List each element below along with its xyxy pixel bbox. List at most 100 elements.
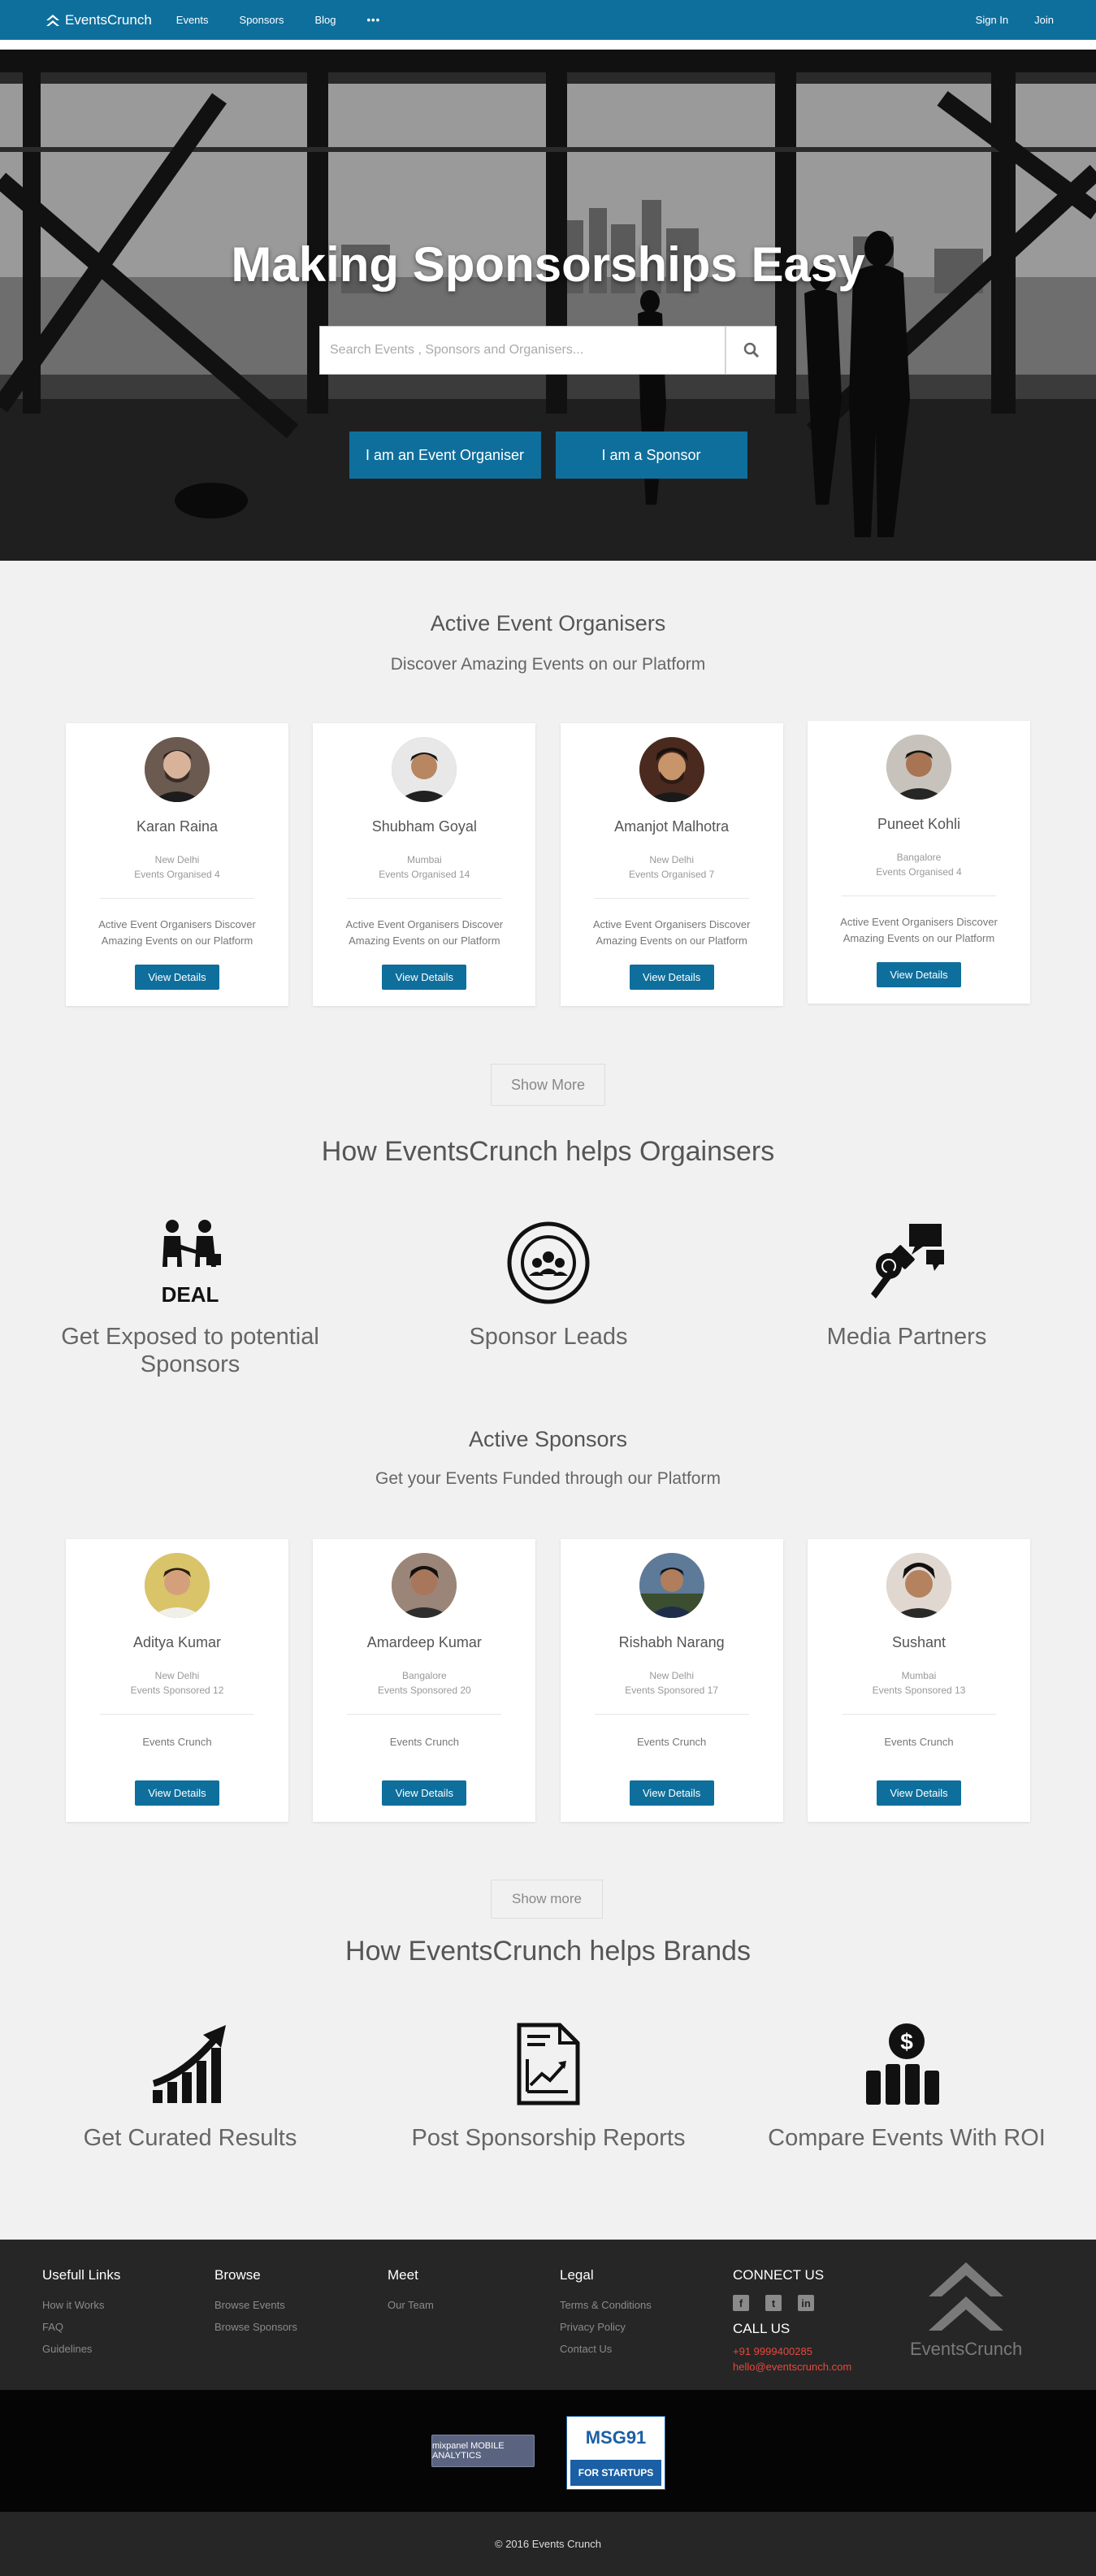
event-organiser-button[interactable]: I am an Event Organiser [349, 432, 541, 479]
footer-link-faq[interactable]: FAQ [42, 2321, 120, 2333]
nav-link-events[interactable]: Events [176, 14, 209, 26]
linkedin-icon[interactable]: in [798, 2295, 814, 2311]
nav-more-icon[interactable]: ••• [366, 14, 380, 26]
nav-link-blog[interactable]: Blog [314, 14, 336, 26]
card-divider [347, 1714, 502, 1715]
footer-heading: Browse [214, 2267, 261, 2283]
footer-heading: CALL US [733, 2321, 791, 2336]
organiser-card: Puneet Kohli Bangalore Events Organised … [807, 721, 1030, 1004]
nav-link-sponsors[interactable]: Sponsors [240, 14, 284, 26]
organiser-card: Shubham Goyal Mumbai Events Organised 14… [313, 723, 536, 1006]
sponsor-button[interactable]: I am a Sponsor [555, 432, 747, 479]
roi-dollar-icon: $ [866, 2023, 939, 2105]
organisers-subtitle: Discover Amazing Events on our Platform [390, 655, 706, 674]
handshake-deal-icon: DEAL [162, 1220, 221, 1307]
facebook-icon[interactable]: f [733, 2295, 749, 2311]
organiser-location: Mumbai [406, 854, 442, 865]
footer-meet: Meet Our Team [388, 2267, 434, 2321]
view-details-button[interactable]: View Details [135, 965, 219, 990]
footer-link-browse-sponsors[interactable]: Browse Sponsors [214, 2321, 297, 2333]
organiser-name: Shubham Goyal [371, 818, 477, 835]
twitter-icon[interactable]: t [765, 2295, 782, 2311]
footer-link-guidelines[interactable]: Guidelines [42, 2343, 120, 2355]
organiser-event-count: Events Organised 7 [628, 869, 715, 880]
card-divider [594, 898, 749, 899]
sponsor-card: Rishabh Narang New Delhi Events Sponsore… [560, 1539, 783, 1822]
footer-link-contact[interactable]: Contact Us [560, 2343, 652, 2355]
view-details-button[interactable]: View Details [629, 1780, 714, 1806]
footer-phone[interactable]: +91 9999400285 [733, 2345, 851, 2357]
feature-label: Get Curated Results [83, 2125, 297, 2151]
organiser-event-count: Events Organised 4 [876, 866, 962, 878]
view-details-button[interactable]: View Details [876, 1780, 961, 1806]
sponsors-card-list: Aditya Kumar New Delhi Events Sponsored … [66, 1539, 1030, 1822]
feature-sponsor-leads: Sponsor Leads [402, 1214, 695, 1378]
organiser-name: Karan Raina [136, 818, 219, 835]
sponsors-title: Active Sponsors [468, 1427, 628, 1451]
avatar [886, 1553, 951, 1618]
sponsor-name: Rishabh Narang [618, 1634, 725, 1650]
avatar [392, 1553, 457, 1618]
sponsor-name: Amardeep Kumar [366, 1634, 482, 1650]
feature-label: Media Partners [826, 1324, 987, 1350]
msg91-startups-label: FOR STARTUPS [570, 2460, 661, 2486]
sponsor-event-count: Events Sponsored 20 [377, 1685, 471, 1696]
msg91-badge[interactable]: MSG91 FOR STARTUPS [566, 2416, 665, 2490]
sponsor-event-count: Events Sponsored 13 [872, 1685, 966, 1696]
sponsor-company: Events Crunch [142, 1736, 212, 1748]
feature-label: Sponsor Leads [469, 1324, 628, 1350]
organiser-features: DEAL Get Exposed to potential Sponsors S… [44, 1214, 1053, 1378]
sign-in-link[interactable]: Sign In [976, 14, 1008, 26]
mixpanel-badge[interactable]: mixpanel MOBILE ANALYTICS [431, 2435, 535, 2467]
organiser-location: New Delhi [649, 854, 694, 865]
avatar [639, 737, 704, 802]
organiser-card: Karan Raina New Delhi Events Organised 4… [66, 723, 288, 1006]
footer-link-privacy[interactable]: Privacy Policy [560, 2321, 652, 2333]
organisers-card-list: Karan Raina New Delhi Events Organised 4… [66, 721, 1030, 1006]
footer-logo[interactable]: EventsCrunch [910, 2259, 1022, 2360]
brand-logo[interactable]: EventsCrunch [45, 12, 152, 28]
footer-link-terms[interactable]: Terms & Conditions [560, 2299, 652, 2311]
feature-label: Get Exposed to potential Sponsors [61, 1324, 319, 1377]
organiser-event-count: Events Organised 14 [379, 869, 470, 880]
footer-heading: CONNECT US [733, 2267, 825, 2283]
microphone-speech-icon [871, 1224, 944, 1299]
organiser-description: Active Event Organisers Discover Amazing… [98, 918, 256, 947]
sponsor-card: Sushant Mumbai Events Sponsored 13 Event… [807, 1539, 1030, 1822]
footer-legal: Legal Terms & Conditions Privacy Policy … [560, 2267, 652, 2365]
show-more-organisers-button[interactable]: Show More [491, 1064, 605, 1106]
view-details-button[interactable]: View Details [135, 1780, 219, 1806]
footer-link-browse-events[interactable]: Browse Events [214, 2299, 297, 2311]
organiser-card: Amanjot Malhotra New Delhi Events Organi… [560, 723, 783, 1006]
view-details-button[interactable]: View Details [629, 965, 714, 990]
nav-divider [0, 40, 1096, 50]
organiser-name: Amanjot Malhotra [614, 818, 730, 835]
view-details-button[interactable]: View Details [382, 1780, 467, 1806]
search-input[interactable] [319, 326, 726, 375]
view-details-button[interactable]: View Details [382, 965, 467, 990]
organisers-title: Active Event Organisers [430, 611, 666, 635]
chevron-up-logo-icon [46, 14, 59, 26]
view-details-button[interactable]: View Details [876, 962, 961, 987]
feature-media-partners: Media Partners [760, 1214, 1053, 1378]
organiser-description: Active Event Organisers Discover Amazing… [840, 916, 998, 944]
footer-link-our-team[interactable]: Our Team [388, 2299, 434, 2311]
hero-background-image [0, 50, 1096, 561]
svg-text:DEAL: DEAL [162, 1282, 219, 1307]
footer-heading: Legal [560, 2267, 594, 2283]
sponsors-subtitle: Get your Events Funded through our Platf… [375, 1469, 721, 1488]
sponsor-event-count: Events Sponsored 17 [625, 1685, 719, 1696]
search-icon [743, 342, 759, 358]
card-divider [100, 1714, 254, 1715]
brand-features: Get Curated Results Post Sponsorship Rep… [44, 2015, 1053, 2152]
join-link[interactable]: Join [1034, 14, 1054, 26]
footer: Usefull Links How it Works FAQ Guideline… [0, 2240, 1096, 2390]
show-more-sponsors-button[interactable]: Show more [491, 1880, 603, 1919]
footer-email[interactable]: hello@eventscrunch.com [733, 2361, 851, 2373]
search-button[interactable] [726, 326, 777, 375]
brand-name: EventsCrunch [65, 11, 152, 28]
hero-banner: Making Sponsorships Easy I am an Event O… [0, 50, 1096, 561]
svg-text:$: $ [900, 2029, 913, 2054]
footer-heading: Meet [388, 2267, 418, 2283]
footer-link-how-it-works[interactable]: How it Works [42, 2299, 120, 2311]
